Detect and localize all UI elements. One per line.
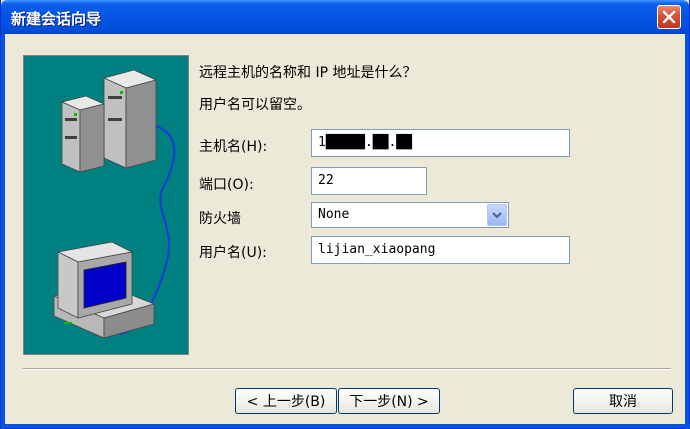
- question-text: 远程主机的名称和 IP 地址是什么？: [199, 65, 417, 81]
- close-button[interactable]: [657, 5, 681, 29]
- new-session-wizard-dialog: 新建会话向导 远程主机的名称和 IP 地址是什么？ 用户名可以留空。 主机名(H…: [0, 0, 690, 429]
- host-input[interactable]: 1█████.██.██: [311, 129, 570, 157]
- window-border-left: [1, 34, 5, 429]
- network-computers-illustration: [23, 55, 189, 355]
- cancel-button[interactable]: 取消: [573, 388, 673, 414]
- title-bar[interactable]: 新建会话向导: [1, 0, 689, 34]
- workstation-icon: [52, 241, 156, 339]
- port-label: 端口(O):: [199, 177, 254, 193]
- chevron-down-icon: [492, 212, 502, 219]
- port-input[interactable]: 22: [311, 167, 427, 195]
- hint-text: 用户名可以留空。: [199, 97, 311, 113]
- window-border-right: [685, 34, 689, 429]
- host-label: 主机名(H):: [199, 139, 268, 155]
- close-icon: [662, 10, 676, 24]
- firewall-label: 防火墙: [199, 211, 241, 227]
- username-input[interactable]: lijian_xiaopang: [311, 236, 570, 264]
- username-label: 用户名(U):: [199, 245, 267, 261]
- server-icon: [60, 69, 158, 173]
- firewall-dropdown-button[interactable]: [487, 204, 507, 226]
- window-border-bottom: [1, 424, 690, 428]
- back-button[interactable]: < 上一步(B): [235, 388, 337, 414]
- button-separator: [23, 368, 671, 370]
- firewall-select[interactable]: None: [311, 202, 509, 228]
- window-title: 新建会话向导: [11, 10, 102, 28]
- next-button[interactable]: 下一步(N) >: [338, 388, 440, 414]
- firewall-selected-value: None: [318, 207, 350, 222]
